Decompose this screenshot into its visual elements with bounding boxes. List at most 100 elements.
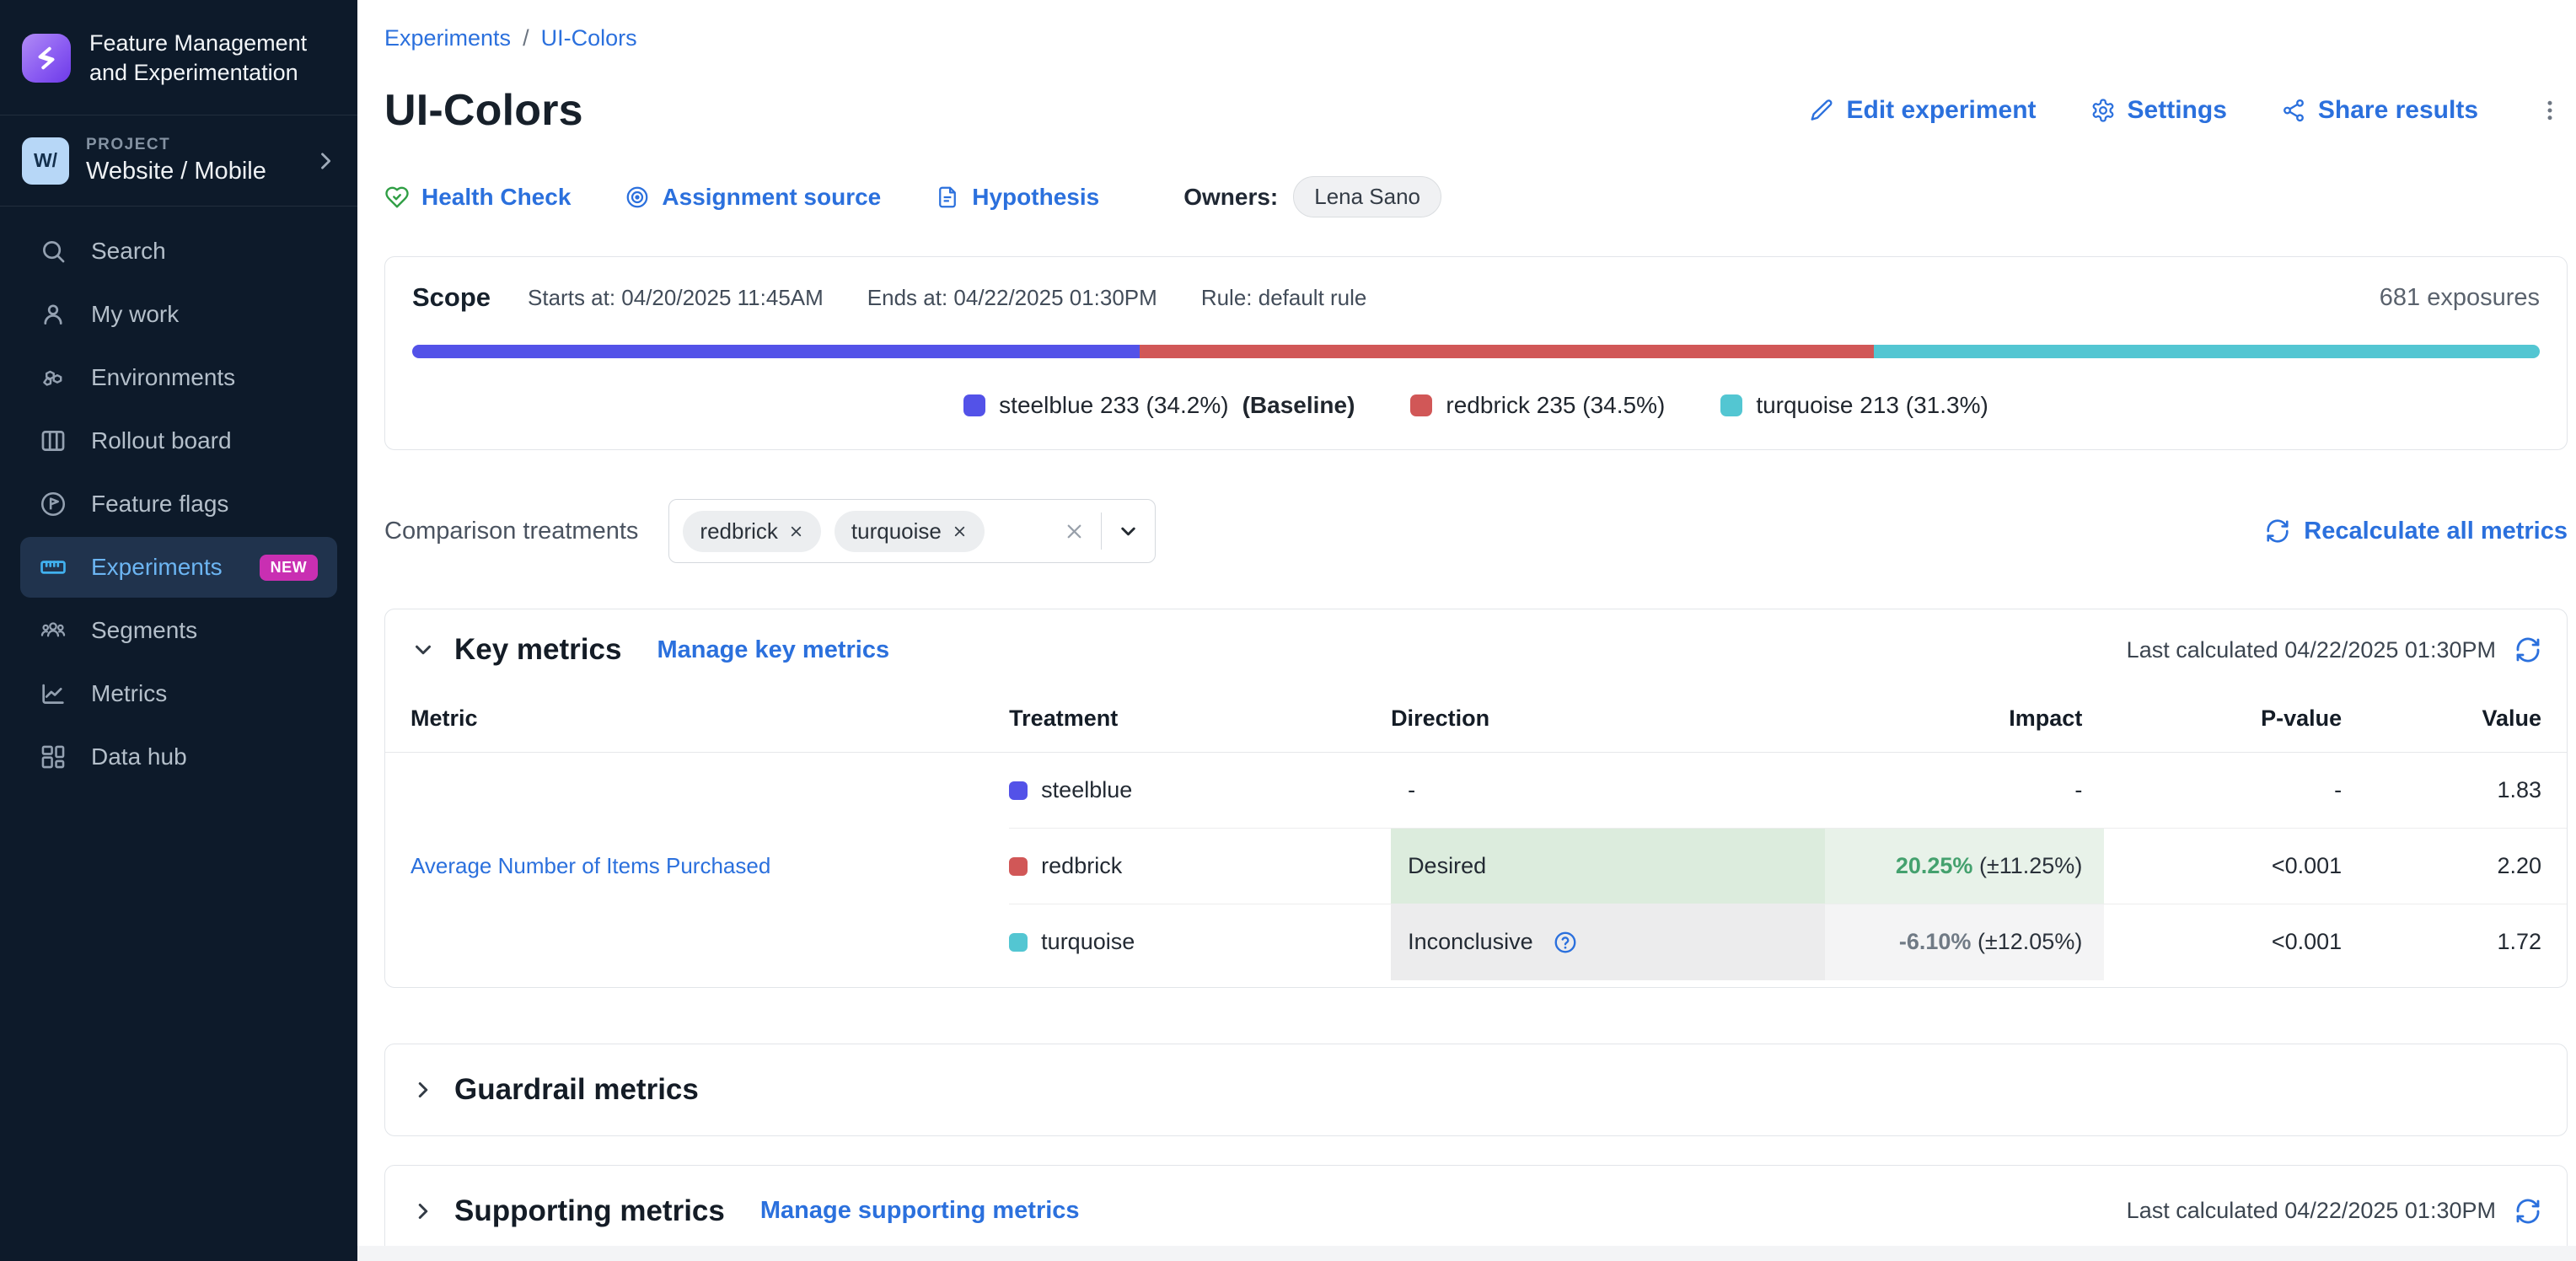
manage-key-metrics-link[interactable]: Manage key metrics [657,636,889,664]
hypothesis-link[interactable]: Hypothesis [935,184,1099,211]
hexagons-icon [39,363,67,392]
key-metrics-title: Key metrics [454,633,621,667]
treatment-name: steelblue [1041,777,1132,803]
treatment-name: turquoise [1041,929,1135,955]
baseline-label: (Baseline) [1242,392,1355,419]
experiment-meta-row: Health Check Assignment source Hypothesi… [384,176,2568,217]
owner-chip[interactable]: Lena Sano [1293,176,1441,217]
last-calculated-text: Last calculated 04/22/2025 01:30PM [2127,637,2496,663]
comparison-label: Comparison treatments [384,518,638,545]
columns-icon [39,427,67,455]
pvalue-cell: - [2104,753,2348,829]
legend-label: steelblue 233 (34.2%) [999,392,1228,419]
sidebar-item-environments[interactable]: Environments [20,347,337,408]
breadcrumb-experiments[interactable]: Experiments [384,25,511,51]
sidebar-nav: Search My work Environments Rollout boar… [0,207,357,802]
scope-starts-at: Starts at: 04/20/2025 11:45AM [528,285,824,311]
treatment-swatch [1009,933,1028,952]
owners-label: Owners: [1183,184,1278,211]
key-metrics-card: Key metrics Manage key metrics Last calc… [384,609,2568,988]
chip-turquoise[interactable]: turquoise [835,511,985,552]
split-logo-icon [22,34,71,83]
direction-cell: Desired [1391,829,1825,904]
sidebar-item-label: Environments [91,364,235,391]
direction-cell: Inconclusive [1391,904,1825,980]
value-cell: 1.83 [2348,753,2567,829]
scope-rule: Rule: default rule [1201,285,1367,311]
project-label: PROJECT [86,136,266,154]
recalculate-label: Recalculate all metrics [2304,518,2568,545]
chevron-down-icon[interactable] [1117,520,1140,543]
help-question-icon[interactable] [1553,930,1578,955]
sidebar-item-label: Experiments [91,554,223,581]
sidebar-item-rollout-board[interactable]: Rollout board [20,410,337,471]
impact-value: 20.25% [1896,853,1973,878]
clear-all-icon[interactable] [1063,520,1086,543]
health-check-link[interactable]: Health Check [384,184,571,211]
impact-cell: 20.25% (±11.25%) [1825,829,2104,904]
pencil-icon [1809,98,1834,123]
chip-redbrick[interactable]: redbrick [683,511,820,552]
remove-chip-icon[interactable] [788,523,804,539]
document-icon [935,185,960,210]
share-icon [2281,98,2306,123]
user-icon [39,300,67,329]
sidebar-item-label: Data hub [91,743,187,770]
sidebar-item-segments[interactable]: Segments [20,600,337,661]
sidebar-item-label: Search [91,238,166,265]
exposures-count: 681 exposures [2380,284,2540,312]
share-results-label: Share results [2318,96,2478,125]
impact-ci: (±12.05%) [1978,929,2082,954]
column-header-metric: Metric [385,690,1009,753]
sidebar-item-my-work[interactable]: My work [20,284,337,345]
treatment-swatch [1009,857,1028,876]
treatment-cell: steelblue [1009,753,1391,829]
column-header-impact: Impact [1825,690,2104,753]
refresh-icon[interactable] [2514,1198,2541,1225]
legend-label: redbrick 235 (34.5%) [1446,392,1665,419]
bar-segment-redbrick [1140,345,1874,358]
edit-experiment-button[interactable]: Edit experiment [1809,96,2036,125]
chip-label: turquoise [851,518,942,545]
project-switcher[interactable]: W/ PROJECT Website / Mobile [0,115,357,206]
legend-item-redbrick: redbrick 235 (34.5%) [1410,392,1665,419]
grid-icon [39,743,67,771]
manage-supporting-metrics-link[interactable]: Manage supporting metrics [760,1197,1080,1225]
sidebar-item-experiments[interactable]: Experiments NEW [20,537,337,598]
sidebar-item-feature-flags[interactable]: Feature flags [20,474,337,534]
sidebar-item-data-hub[interactable]: Data hub [20,727,337,787]
refresh-icon [2265,518,2290,544]
breadcrumb-current[interactable]: UI-Colors [541,25,637,51]
supporting-metrics-title: Supporting metrics [454,1194,725,1228]
project-avatar: W/ [22,137,69,185]
legend-item-steelblue: steelblue 233 (34.2%) (Baseline) [963,392,1355,419]
share-results-button[interactable]: Share results [2281,96,2478,125]
legend-item-turquoise: turquoise 213 (31.3%) [1720,392,1988,419]
impact-cell: - [1825,753,2104,829]
column-header-value: Value [2348,690,2567,753]
heart-check-icon [384,185,410,210]
kebab-menu-button[interactable] [2532,93,2568,128]
refresh-icon[interactable] [2514,636,2541,663]
comparison-treatments-select[interactable]: redbrick turquoise [668,499,1156,563]
sidebar: Feature Management and Experimentation W… [0,0,357,1261]
sidebar-item-search[interactable]: Search [20,221,337,282]
assignment-source-label: Assignment source [662,184,881,211]
expand-chevron-right-icon[interactable] [411,1077,436,1103]
impact-value: -6.10% [1899,929,1972,954]
value-cell: 1.72 [2348,904,2567,980]
legend-swatch [963,394,985,416]
flag-icon [39,490,67,518]
sidebar-item-label: Feature flags [91,491,228,518]
assignment-source-link[interactable]: Assignment source [625,184,881,211]
expand-chevron-right-icon[interactable] [411,1199,436,1224]
collapse-chevron-down-icon[interactable] [411,637,436,663]
sidebar-item-label: Rollout board [91,427,232,454]
settings-button[interactable]: Settings [2090,96,2227,125]
sidebar-item-metrics[interactable]: Metrics [20,663,337,724]
metric-link[interactable]: Average Number of Items Purchased [411,853,770,878]
recalculate-all-metrics-button[interactable]: Recalculate all metrics [2265,518,2568,545]
remove-chip-icon[interactable] [952,523,968,539]
treatment-cell: turquoise [1009,904,1391,980]
page-title: UI-Colors [384,85,583,136]
